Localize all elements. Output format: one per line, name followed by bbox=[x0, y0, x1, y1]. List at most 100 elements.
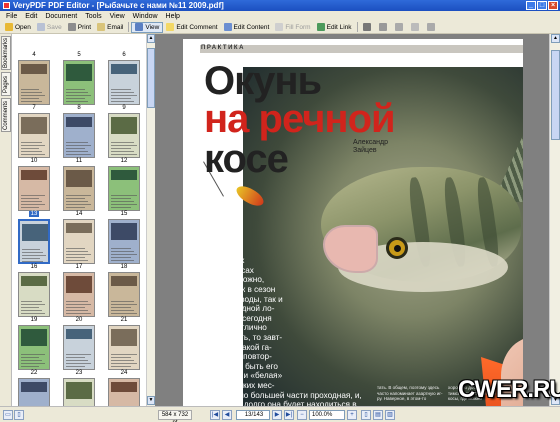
thumbnail-page[interactable]: 12 bbox=[104, 158, 144, 212]
page-number-field[interactable]: 13/143 bbox=[236, 410, 270, 420]
thumbnail-photo-block bbox=[66, 170, 92, 187]
author-first-name: Александр bbox=[353, 139, 389, 146]
thumbnail-image bbox=[18, 219, 50, 264]
prev-page-button[interactable]: ◀ bbox=[222, 410, 232, 420]
thumbnail-page[interactable]: 23 bbox=[59, 370, 99, 406]
first-page-button[interactable]: |◀ bbox=[210, 410, 220, 420]
thumbnail-text-line bbox=[66, 313, 91, 314]
thumbnail-scrollbar[interactable]: ▲ ▼ bbox=[146, 34, 155, 406]
thumbnail-page[interactable]: 8 bbox=[59, 105, 99, 159]
thumbnail-page[interactable]: 11 bbox=[59, 158, 99, 212]
thumbnail-text-line bbox=[111, 310, 134, 311]
tab-bookmarks[interactable]: Bookmarks bbox=[1, 36, 11, 70]
thumbnail-page[interactable]: 21 bbox=[104, 317, 144, 371]
thumbnail-page[interactable]: 7 bbox=[14, 105, 54, 159]
thumbnail-page[interactable]: 17 bbox=[59, 264, 99, 318]
scroll-thumb[interactable] bbox=[551, 50, 560, 140]
fill-form-button[interactable]: Fill Form bbox=[272, 22, 313, 33]
tab-pages[interactable]: Pages bbox=[1, 72, 11, 96]
thumbnail-text-line bbox=[66, 148, 85, 149]
close-button[interactable]: × bbox=[548, 1, 558, 10]
tab-comments[interactable]: Comments bbox=[1, 98, 11, 132]
select-tool-button[interactable] bbox=[360, 22, 376, 33]
continuous-view-button[interactable]: ▤ bbox=[373, 410, 383, 420]
document-viewer[interactable]: ПРАКТИКА Окунь на речной косе Александр … bbox=[155, 34, 549, 406]
article-body: Исход ры- балки на подводных речных коса… bbox=[203, 237, 362, 406]
print-button[interactable]: Print bbox=[65, 22, 94, 33]
thumbnail-page[interactable]: 19 bbox=[14, 317, 54, 371]
zoom-select[interactable]: 100.0% bbox=[309, 410, 345, 420]
toolbar: Open Save Print Email View Edit Comment … bbox=[0, 21, 560, 34]
line-tool-button[interactable] bbox=[408, 22, 424, 33]
thumbnail-text-line bbox=[66, 145, 91, 146]
thumbnail-text-line bbox=[66, 198, 85, 199]
thumbnail-page-number: 7 bbox=[14, 105, 54, 112]
thumbnail-page[interactable]: 16 bbox=[14, 264, 54, 318]
text-icon bbox=[378, 23, 387, 31]
minimize-button[interactable]: _ bbox=[526, 1, 536, 10]
scroll-up-arrow[interactable]: ▲ bbox=[147, 34, 155, 43]
facing-view-button[interactable]: ▥ bbox=[385, 410, 395, 420]
maximize-button[interactable]: □ bbox=[537, 1, 547, 10]
fit-page-button[interactable]: ▯ bbox=[14, 410, 24, 420]
thumbnail-photo-block bbox=[111, 64, 137, 74]
thumbnail-photo-block bbox=[111, 276, 137, 286]
zoom-out-button[interactable]: − bbox=[297, 410, 307, 420]
thumbnail-image bbox=[108, 325, 140, 370]
email-button[interactable]: Email bbox=[94, 22, 126, 33]
side-tabs: Bookmarks Pages Comments bbox=[0, 34, 12, 406]
thumbnail-page[interactable]: 13 bbox=[14, 211, 54, 265]
thumbnail-page[interactable]: 4 bbox=[14, 52, 54, 106]
menu-document[interactable]: Document bbox=[41, 13, 81, 20]
scroll-up-arrow[interactable]: ▲ bbox=[551, 34, 560, 43]
thumbnail-text-line bbox=[66, 354, 91, 355]
fit-width-button[interactable]: ▭ bbox=[3, 410, 13, 420]
save-button[interactable]: Save bbox=[34, 22, 65, 33]
last-page-button[interactable]: ▶| bbox=[284, 410, 294, 420]
edit-comment-button[interactable]: Edit Comment bbox=[163, 22, 220, 33]
thumbnail-page[interactable]: 6 bbox=[104, 52, 144, 106]
scroll-down-arrow[interactable]: ▼ bbox=[147, 396, 155, 405]
thumbnail-text-line bbox=[21, 204, 45, 205]
thumbnail-page[interactable]: 14 bbox=[59, 211, 99, 265]
single-page-view-button[interactable]: ▯ bbox=[361, 410, 371, 420]
thumbnail-page-number: 9 bbox=[104, 105, 144, 112]
thumbnail-image bbox=[108, 166, 140, 211]
menu-help[interactable]: Help bbox=[162, 13, 184, 20]
zoom-in-button[interactable]: + bbox=[347, 410, 357, 420]
shape-tool-button[interactable] bbox=[424, 22, 440, 33]
open-button[interactable]: Open bbox=[2, 22, 34, 33]
menu-window[interactable]: Window bbox=[129, 13, 162, 20]
thumbnail-page[interactable]: 10 bbox=[14, 158, 54, 212]
thumbnail-text-line bbox=[66, 310, 88, 311]
next-page-button[interactable]: ▶ bbox=[272, 410, 282, 420]
document-scrollbar[interactable]: ▲ ▼ bbox=[549, 34, 560, 406]
toolbar-separator bbox=[356, 22, 358, 32]
scroll-thumb[interactable] bbox=[147, 48, 155, 108]
thumbnail-page[interactable]: 15 bbox=[104, 211, 144, 265]
page-size: 584 x 732 pt bbox=[158, 410, 192, 422]
menu-edit[interactable]: Edit bbox=[21, 13, 41, 20]
edit-link-button[interactable]: Edit Link bbox=[314, 22, 355, 33]
thumbnail-page[interactable]: 20 bbox=[59, 317, 99, 371]
menu-file[interactable]: File bbox=[2, 13, 21, 20]
thumbnail-text-line bbox=[21, 354, 45, 355]
thumbnail-page-number: 14 bbox=[59, 211, 99, 218]
view-button[interactable]: View bbox=[131, 21, 164, 33]
thumbnail-text-line bbox=[21, 307, 39, 308]
line-icon bbox=[410, 23, 419, 31]
thumbnail-page[interactable]: 18 bbox=[104, 264, 144, 318]
edit-content-button[interactable]: Edit Content bbox=[221, 22, 273, 33]
thumbnail-page[interactable]: 5 bbox=[59, 52, 99, 106]
thumbnail-text-line bbox=[66, 254, 91, 255]
pen-tool-button[interactable] bbox=[392, 22, 408, 33]
thumbnail-text-line bbox=[66, 92, 88, 93]
menu-tools[interactable]: Tools bbox=[81, 13, 105, 20]
thumbnail-page[interactable]: 24 bbox=[104, 370, 144, 406]
text-tool-button[interactable] bbox=[376, 22, 392, 33]
thumbnail-page[interactable]: 9 bbox=[104, 105, 144, 159]
thumbnail-text-line bbox=[66, 363, 91, 364]
thumbnail-page[interactable]: 22 bbox=[14, 370, 54, 406]
pen-icon bbox=[394, 23, 403, 31]
menu-view[interactable]: View bbox=[106, 13, 129, 20]
